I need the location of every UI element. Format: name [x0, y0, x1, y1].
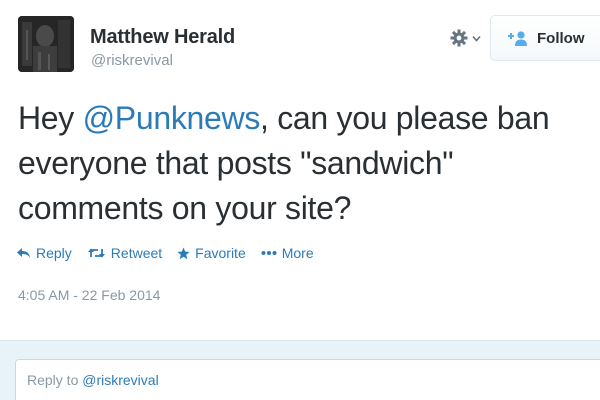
avatar-image [18, 16, 74, 72]
reply-prefix: Reply to [27, 372, 83, 388]
favorite-label: Favorite [195, 245, 246, 261]
more-label: More [281, 245, 314, 261]
retweet-action[interactable]: Retweet [87, 245, 162, 261]
gear-icon [450, 29, 468, 47]
mention-link[interactable]: @Punknews [83, 100, 261, 136]
follow-label: Follow [537, 29, 585, 47]
reply-input[interactable]: Reply to @riskrevival [15, 359, 600, 400]
reply-action[interactable]: Reply [16, 245, 72, 261]
reply-icon [17, 248, 30, 258]
retweet-label: Retweet [110, 245, 163, 261]
user-actions-dropdown[interactable] [449, 27, 481, 49]
retweet-icon [87, 248, 105, 258]
avatar[interactable] [18, 16, 74, 72]
user-handle[interactable]: @riskrevival [91, 52, 173, 69]
tweet-actions: Reply Retweet Favorite More [16, 245, 329, 261]
reply-handle: @riskrevival [82, 372, 159, 388]
tweet-text-before: Hey [18, 100, 83, 136]
user-name[interactable]: Matthew Herald [90, 26, 235, 49]
more-dots-icon [261, 251, 277, 255]
tweet-card: Matthew Herald @riskrevival Follow Hey @… [0, 0, 600, 400]
favorite-action[interactable]: Favorite [177, 245, 246, 261]
reply-label: Reply [36, 245, 72, 261]
chevron-down-icon [472, 35, 481, 42]
tweet-timestamp[interactable]: 4:05 AM - 22 Feb 2014 [18, 287, 160, 303]
add-user-icon [508, 31, 527, 46]
more-action[interactable]: More [261, 245, 314, 261]
star-icon [177, 247, 190, 259]
reply-bar: Reply to @riskrevival [0, 340, 600, 400]
follow-button[interactable]: Follow [490, 15, 600, 61]
tweet-text: Hey @Punknews, can you please ban everyo… [18, 96, 593, 231]
